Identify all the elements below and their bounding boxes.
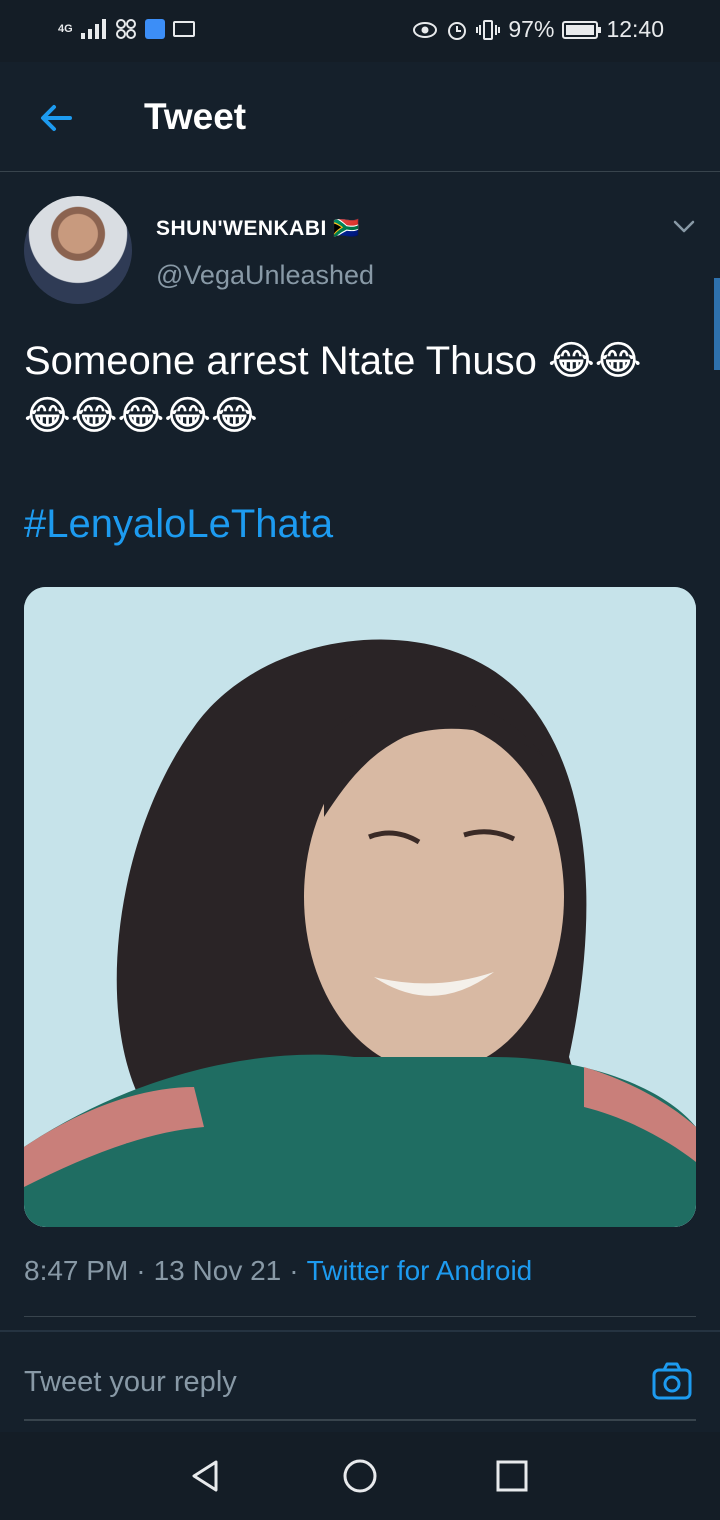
status-left: 4G — [58, 18, 195, 40]
author-name[interactable]: SHUN'WENKABI 🇿🇦 — [156, 217, 360, 241]
tweet-text: Someone arrest Ntate Thuso 😂😂😂😂😂😂😂 — [24, 339, 642, 438]
chevron-down-icon[interactable] — [672, 216, 696, 236]
connection-icon — [115, 19, 136, 39]
system-nav-bar — [0, 1432, 720, 1520]
signal-icon — [80, 19, 106, 39]
status-right: 97% 12:40 — [412, 16, 664, 43]
eye-icon — [413, 21, 438, 38]
status-bar: 4G 97% 12:40 — [0, 0, 720, 62]
network-type: 4G — [58, 22, 73, 35]
reply-input[interactable] — [24, 1359, 584, 1405]
clock: 12:40 — [606, 16, 664, 42]
tweet-photo — [24, 587, 696, 1227]
battery-percent: 97% — [508, 16, 555, 42]
tweet-image[interactable] — [24, 587, 696, 1227]
scroll-indicator — [714, 278, 720, 370]
divider — [0, 1330, 720, 1332]
shield-icon — [144, 19, 165, 39]
tweet-meta: 8:47 PM · 13 Nov 21 · Twitter for Android — [24, 1255, 532, 1287]
alarm-icon — [448, 21, 467, 40]
page-title: Tweet — [144, 96, 247, 137]
meta-separator: · — [289, 1255, 299, 1286]
arrow-left-icon[interactable] — [36, 98, 76, 138]
recents-nav-icon[interactable] — [492, 1456, 532, 1496]
tweet-time: 8:47 PM — [24, 1255, 129, 1286]
back-nav-icon[interactable] — [186, 1456, 226, 1496]
reply-bar — [24, 1345, 696, 1421]
hashtag-link[interactable]: #LenyaloLeThata — [24, 502, 333, 547]
mail-icon — [172, 21, 195, 37]
home-nav-icon[interactable] — [340, 1456, 380, 1496]
tweet-date: 13 Nov 21 — [153, 1255, 282, 1286]
vibrate-icon — [476, 19, 501, 40]
app-header: Tweet — [0, 62, 720, 172]
meta-separator: · — [136, 1255, 146, 1286]
author-handle[interactable]: @VegaUnleashed — [156, 260, 374, 291]
camera-icon[interactable] — [652, 1361, 692, 1401]
divider — [24, 1316, 696, 1317]
battery-icon — [562, 20, 602, 39]
avatar[interactable] — [24, 196, 132, 304]
tweet-source-link[interactable]: Twitter for Android — [307, 1255, 533, 1286]
